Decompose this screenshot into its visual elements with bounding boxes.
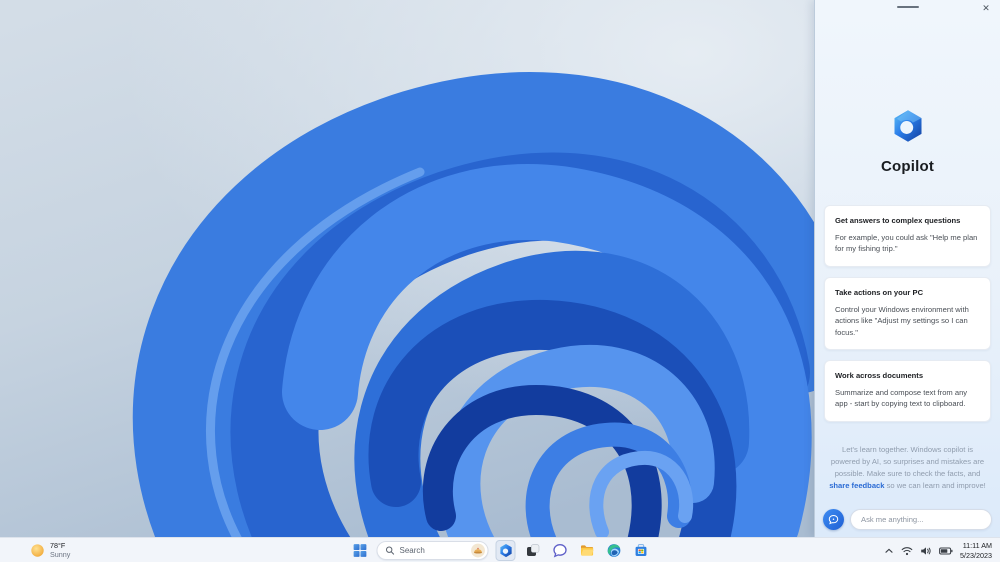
panel-title: Copilot [880,158,935,175]
new-chat-button[interactable] [823,509,844,530]
suggestion-card-actions[interactable]: Take actions on your PC Control your Win… [824,276,991,350]
copilot-panel: ✕ Copilot Get answers to complex questio… [814,0,1000,537]
tray-date: 5/23/2023 [960,550,992,560]
tray-chevron-button[interactable] [884,538,894,562]
battery-icon [939,547,953,554]
edge-button[interactable] [604,540,624,561]
card-title: Get answers to complex questions [835,216,961,225]
speaker-icon [921,546,931,555]
task-view-icon [526,544,539,556]
store-icon [635,543,646,556]
taskbar-copilot-button[interactable] [495,540,516,561]
network-button[interactable] [901,538,913,562]
card-title: Take actions on your PC [835,287,924,297]
search-label: Search [399,546,425,555]
tray-time: 11:11 AM [962,540,992,550]
suggestion-card-answers[interactable]: Get answers to complex questions For exa… [824,205,991,267]
task-view-button[interactable] [523,540,543,561]
wifi-icon [901,546,913,555]
windows-logo-icon [353,544,366,557]
card-body: For example, you could ask "Help me plan… [835,233,978,254]
system-tray: 11:11 AM 5/23/2023 [884,538,1000,562]
panel-top-bar: ✕ [815,0,1000,16]
disclaimer-before: Let's learn together. Windows copilot is… [830,444,985,479]
widgets-button[interactable]: 78°F Sunny [0,538,80,562]
disclaimer-after: so we can learn and improve! [884,481,986,491]
battery-button[interactable] [939,538,953,562]
file-explorer-button[interactable] [577,540,597,561]
suggestion-card-list: Get answers to complex questions For exa… [815,205,1000,422]
close-button[interactable]: ✕ [979,1,993,15]
search-highlight-icon [471,543,485,558]
share-feedback-link[interactable]: share feedback [829,481,884,490]
chat-icon [552,544,567,558]
card-body: Control your Windows environment with ac… [835,304,969,337]
chat-button[interactable] [550,540,570,561]
chevron-up-icon [885,548,893,553]
store-button[interactable] [631,540,651,561]
taskbar-search[interactable]: Search [376,541,489,560]
search-icon [385,546,395,555]
copilot-logo-icon [815,108,1000,149]
taskbar-center: Search [350,538,651,562]
copilot-taskbar-icon [499,543,512,558]
ask-input[interactable] [850,509,992,530]
folder-icon [580,545,594,556]
bloom-wallpaper-image [0,0,814,537]
sunny-icon [31,544,44,557]
start-button[interactable] [350,540,370,561]
ask-input-row [823,509,992,530]
weather-condition: Sunny [50,549,71,559]
chat-bubble-icon [828,514,839,525]
taskbar: 78°F Sunny Search 11:11 AM 5/23/2023 [0,537,1000,562]
desktop-wallpaper [0,0,814,537]
panel-drag-handle-icon[interactable] [896,6,919,8]
weather-text: 78°F Sunny [50,541,71,559]
card-body: Summarize and compose text from any app … [835,387,968,409]
close-icon: ✕ [982,3,990,13]
card-title: Work across documents [835,370,924,380]
disclaimer-text: Let's learn together. Windows copilot is… [815,444,1000,493]
edge-icon [607,544,620,557]
clock-button[interactable]: 11:11 AM 5/23/2023 [960,541,992,560]
suggestion-card-documents[interactable]: Work across documents Summarize and comp… [824,359,991,422]
volume-button[interactable] [920,538,932,562]
screen: ✕ Copilot Get answers to complex questio… [0,0,1000,562]
